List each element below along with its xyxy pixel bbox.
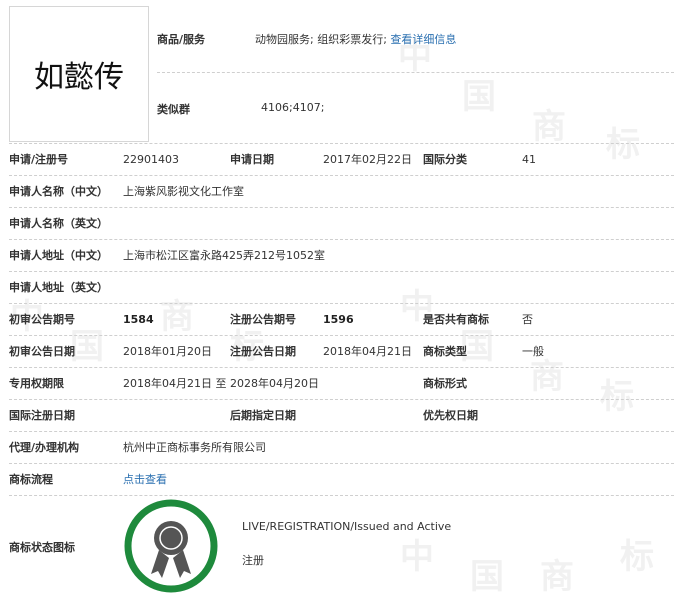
applicant-en-label: 申请人名称（英文） [9,217,108,230]
intl-class-label: 国际分类 [423,153,467,166]
trademark-image: 如懿传 [9,6,149,142]
agent-row: 代理/办理机构 杭州中正商标事务所有限公司 [9,432,674,463]
address-en-label: 申请人地址（英文） [9,281,108,294]
applicant-en-row: 申请人名称（英文） [9,208,674,239]
process-label: 商标流程 [9,473,53,486]
similar-group-row: 类似群 4106;4107; [157,101,674,119]
shared-mark-label: 是否共有商标 [423,313,489,326]
reg-date-label: 注册公告日期 [230,345,296,358]
address-cn-label: 申请人地址（中文） [9,249,108,262]
goods-services-label: 商品/服务 [157,33,206,46]
reg-date-value: 2018年04月21日 [323,345,412,358]
shared-mark-value: 否 [522,313,533,326]
priority-date-label: 优先权日期 [423,409,478,422]
prelim-date-value: 2018年01月20日 [123,345,212,358]
process-row: 商标流程 点击查看 [9,464,674,495]
reg-number-value: 22901403 [123,153,179,166]
registered-badge-icon [124,499,218,593]
app-date-value: 2017年02月22日 [323,153,412,166]
reg-number-row: 申请/注册号 22901403 申请日期 2017年02月22日 国际分类 41 [9,144,674,175]
prelim-issue-value: 1584 [123,313,154,326]
trademark-name: 如懿传 [34,60,124,95]
view-details-link[interactable]: 查看详细信息 [390,33,456,46]
reg-issue-label: 注册公告期号 [230,313,296,326]
exclusive-period-label: 专用权期限 [9,377,64,390]
applicant-cn-value: 上海紫风影视文化工作室 [123,185,244,198]
goods-services-value: 动物园服务; 组织彩票发行; [255,33,387,46]
mark-type-label: 商标类型 [423,345,467,358]
later-designation-label: 后期指定日期 [230,409,296,422]
agent-label: 代理/办理机构 [9,441,80,454]
agent-value: 杭州中正商标事务所有限公司 [123,441,266,454]
intl-reg-date-label: 国际注册日期 [9,409,75,422]
prelim-date-label: 初审公告日期 [9,345,75,358]
status-row: 商标状态图标 LIVE/REGISTRATION/Issued and Acti… [9,496,674,600]
similar-group-value: 4106;4107; [261,101,325,114]
divider [157,72,674,73]
reg-number-label: 申请/注册号 [9,153,69,166]
goods-services-row: 商品/服务 动物园服务; 组织彩票发行; 查看详细信息 [157,31,674,49]
status-label: 商标状态图标 [9,541,75,554]
address-cn-row: 申请人地址（中文） 上海市松江区富永路425弄212号1052室 [9,240,674,271]
exclusive-period-value: 2018年04月21日 至 2028年04月20日 [123,377,319,390]
status-text-cn: 注册 [242,554,264,567]
address-cn-value: 上海市松江区富永路425弄212号1052室 [123,249,325,262]
status-text-en: LIVE/REGISTRATION/Issued and Active [242,520,452,533]
applicant-cn-row: 申请人名称（中文） 上海紫风影视文化工作室 [9,176,674,207]
applicant-cn-label: 申请人名称（中文） [9,185,108,198]
similar-group-label: 类似群 [157,103,190,116]
view-process-link[interactable]: 点击查看 [123,464,167,495]
mark-type-value: 一般 [522,345,544,358]
goods-services-content: 动物园服务; 组织彩票发行; 查看详细信息 [255,31,456,47]
address-en-row: 申请人地址（英文） [9,272,674,303]
reg-issue-value: 1596 [323,313,354,326]
intl-class-value: 41 [522,153,536,166]
exclusive-period-row: 专用权期限 2018年04月21日 至 2028年04月20日 商标形式 [9,368,674,399]
app-date-label: 申请日期 [230,153,274,166]
mark-form-label: 商标形式 [423,377,467,390]
announce-date-row: 初审公告日期 2018年01月20日 注册公告日期 2018年04月21日 商标… [9,336,674,367]
intl-dates-row: 国际注册日期 后期指定日期 优先权日期 [9,400,674,431]
issue-number-row: 初审公告期号 1584 注册公告期号 1596 是否共有商标 否 [9,304,674,335]
prelim-issue-label: 初审公告期号 [9,313,75,326]
